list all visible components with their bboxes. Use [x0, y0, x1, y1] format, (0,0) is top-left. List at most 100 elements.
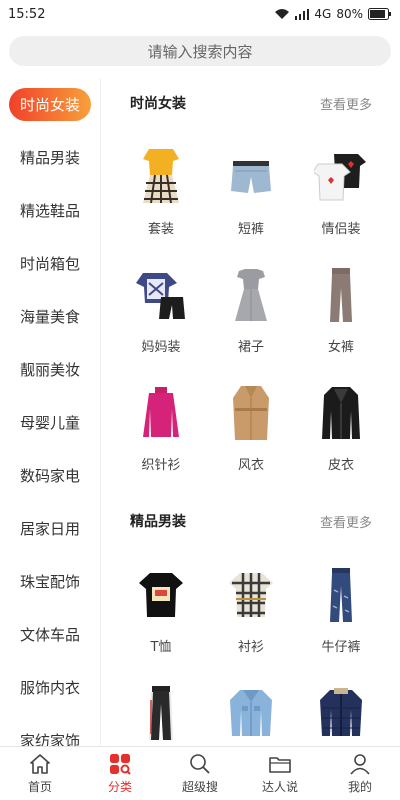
see-more-link[interactable]: 查看更多 [320, 512, 372, 531]
grid-item[interactable]: 女裤 [296, 246, 386, 364]
grid-item-label: 裙子 [237, 340, 264, 355]
grid-item[interactable]: 风衣 [206, 364, 296, 482]
grid-item[interactable]: 妈妈装 [116, 246, 206, 364]
grid-item[interactable] [296, 664, 386, 746]
grid-item-label: 牛仔裤 [321, 640, 361, 655]
women-pants-thumb [310, 264, 372, 326]
search-icon [188, 752, 212, 776]
sidebar-item-shoes[interactable]: 精选鞋品 [0, 184, 100, 237]
bottom-tab-bar: 首页 分类 超级搜 达人说 我的 [0, 746, 400, 800]
signal-icon [295, 8, 310, 20]
trench-coat-thumb [220, 382, 282, 444]
grid-item-label: 女裤 [327, 340, 354, 355]
dress-thumb [220, 264, 282, 326]
grid-item[interactable]: 皮衣 [296, 364, 386, 482]
search-input[interactable]: 请输入搜索内容 [9, 36, 391, 66]
jeans-thumb [310, 564, 372, 626]
section-header-men: 精品男装 查看更多 [101, 496, 400, 546]
sidebar-item-men[interactable]: 精品男装 [0, 131, 100, 184]
puffer-jacket-thumb [310, 682, 372, 744]
section-title: 时尚女装 [130, 96, 186, 112]
tab-experts[interactable]: 达人说 [240, 747, 320, 800]
sidebar-item-underwear[interactable]: 服饰内衣 [0, 661, 100, 714]
tab-label: 超级搜 [181, 780, 218, 794]
sidebar-item-sports[interactable]: 文体车品 [0, 608, 100, 661]
network-type: 4G [314, 7, 332, 21]
grid-item-label: 皮衣 [327, 458, 354, 473]
category-content[interactable]: 时尚女装 查看更多 套装 短裤 情侣装 妈妈装 裙子 女裤 织针衫 风衣 皮衣 … [101, 78, 400, 746]
sidebar-item-beauty[interactable]: 靓丽美妆 [0, 343, 100, 396]
sidebar-item-label: 时尚女装 [9, 88, 91, 121]
profile-icon [348, 752, 372, 776]
sidebar-item-textiles[interactable]: 家纺家饰 [0, 714, 100, 746]
grid-item[interactable]: 裙子 [206, 246, 296, 364]
grid-item-label: 情侣装 [321, 222, 361, 237]
sidebar-item-label: 母婴儿童 [19, 414, 80, 432]
skirt-set-thumb [130, 146, 192, 208]
sidebar-item-label: 珠宝配饰 [19, 573, 80, 591]
wifi-icon [274, 8, 290, 20]
section-header-women: 时尚女装 查看更多 [101, 78, 400, 128]
category-grid-men: T恤 衬衫 牛仔裤 [101, 546, 400, 746]
see-more-link[interactable]: 查看更多 [320, 94, 372, 113]
grid-item-label: 衬衫 [237, 640, 264, 655]
folder-icon [268, 752, 292, 776]
sidebar-item-bags[interactable]: 时尚箱包 [0, 237, 100, 290]
sidebar-item-women[interactable]: 时尚女装 [0, 78, 100, 131]
sidebar-item-label: 精品男装 [19, 149, 80, 167]
sidebar-item-label: 靓丽美妆 [19, 361, 80, 379]
sidebar-item-jewelry[interactable]: 珠宝配饰 [0, 555, 100, 608]
grid-item-label: 套装 [147, 222, 174, 237]
tab-category[interactable]: 分类 [80, 747, 160, 800]
grid-item[interactable]: 套装 [116, 128, 206, 246]
status-time: 15:52 [8, 6, 46, 22]
tab-home[interactable]: 首页 [0, 747, 80, 800]
denim-shorts-thumb [220, 146, 282, 208]
sidebar-item-digital[interactable]: 数码家电 [0, 449, 100, 502]
grid-item[interactable]: 衬衫 [206, 546, 296, 664]
grid-item-label: 织针衫 [141, 458, 181, 473]
grid-item-label: T恤 [150, 640, 172, 655]
status-bar: 15:52 4G 80% [0, 0, 400, 28]
tab-label: 达人说 [261, 780, 298, 794]
grid-item[interactable]: 牛仔裤 [296, 546, 386, 664]
tab-super-search[interactable]: 超级搜 [160, 747, 240, 800]
sidebar-item-label: 居家日用 [19, 520, 80, 538]
grid-item[interactable]: T恤 [116, 546, 206, 664]
home-icon [28, 752, 52, 776]
grid-item[interactable] [206, 664, 296, 746]
leather-jacket-thumb [310, 382, 372, 444]
section-title: 精品男装 [130, 514, 186, 530]
sidebar-item-label: 时尚箱包 [19, 255, 80, 273]
section-divider [101, 482, 400, 496]
sidebar-item-label: 服饰内衣 [19, 679, 80, 697]
sidebar-item-food[interactable]: 海量美食 [0, 290, 100, 343]
track-pants-thumb [130, 682, 192, 744]
sidebar-item-label: 文体车品 [19, 626, 80, 644]
battery-icon [368, 8, 392, 20]
sidebar-item-label: 数码家电 [19, 467, 80, 485]
battery-percent: 80% [336, 7, 363, 21]
knit-sweater-thumb [130, 382, 192, 444]
grid-item[interactable]: 情侣装 [296, 128, 386, 246]
search-placeholder: 请输入搜索内容 [147, 42, 253, 61]
sidebar-item-label: 海量美食 [19, 308, 80, 326]
grid-item[interactable]: 短裤 [206, 128, 296, 246]
category-icon [108, 752, 132, 776]
plaid-shirt-thumb [220, 564, 282, 626]
tab-profile[interactable]: 我的 [320, 747, 400, 800]
sidebar-item-label: 精选鞋品 [19, 202, 80, 220]
grid-item-label: 风衣 [237, 458, 264, 473]
category-sidebar[interactable]: 时尚女装 精品男装 精选鞋品 时尚箱包 海量美食 靓丽美妆 母婴儿童 数码家电 … [0, 78, 101, 746]
tshirt-thumb [130, 564, 192, 626]
grid-item[interactable]: 织针衫 [116, 364, 206, 482]
couple-tees-thumb [310, 146, 372, 208]
mom-outfit-thumb [130, 264, 192, 326]
sidebar-item-label: 家纺家饰 [19, 732, 80, 746]
tab-label: 分类 [107, 780, 132, 794]
status-indicators: 4G 80% [274, 7, 392, 21]
grid-item-label: 短裤 [237, 222, 264, 237]
grid-item[interactable] [116, 664, 206, 746]
sidebar-item-home[interactable]: 居家日用 [0, 502, 100, 555]
sidebar-item-baby[interactable]: 母婴儿童 [0, 396, 100, 449]
